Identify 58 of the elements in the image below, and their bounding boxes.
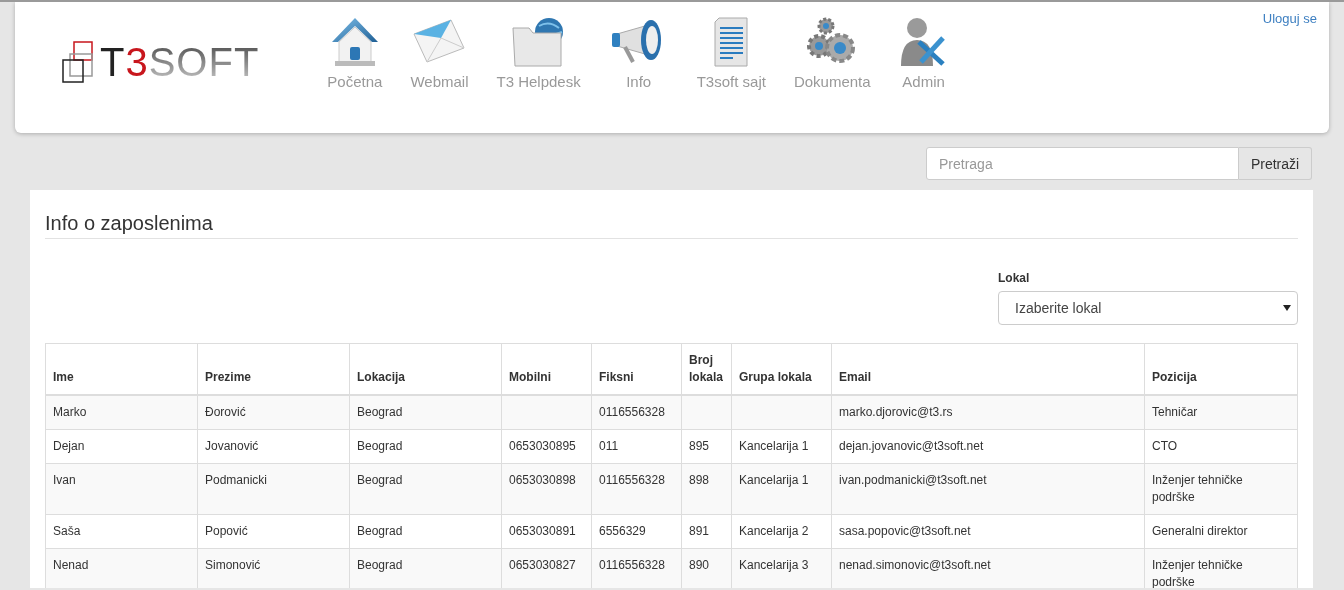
table-cell: Generalni direktor [1152,524,1248,538]
table-cell: 0653030898 [509,473,576,487]
table-cell: Inženjer tehničke podrške [1152,473,1243,504]
location-select[interactable]: Izaberite lokal [998,291,1298,325]
nav-link[interactable]: Dokumenta [779,2,885,90]
table-cell: Simonović [205,558,261,572]
table-cell: Inženjer tehničke podrške [1152,558,1243,588]
login-link[interactable]: Uloguj se [1262,11,1317,26]
table-cell: 895 [689,439,710,453]
table-cell: Nenad [53,558,89,572]
caret-icon [1283,305,1291,311]
table-cell: 0653030895 [509,439,576,453]
table-cell: nenad.simonovic@t3soft.net [839,558,991,572]
nav-link[interactable]: Admin [884,2,963,90]
table-cell: 890 [689,558,710,572]
table-cell: 6556329 [599,524,646,538]
table-cell: Beograd [357,405,403,419]
table-cell: sasa.popovic@t3soft.net [839,524,971,538]
table-cell: 891 [689,524,710,538]
filter-label: Lokal [998,271,1030,285]
table-cell: dejan.jovanovic@t3soft.net [839,439,984,453]
table-cell: 0116556328 [599,558,665,572]
table-cell: Beograd [357,473,403,487]
table-cell: Ivan [53,473,76,487]
table-cell: marko.djorovic@t3.rs [839,405,953,419]
table-cell: 0653030827 [509,558,576,572]
table-cell: Kancelarija 2 [739,524,809,538]
table-cell: Jovanović [205,439,259,453]
table-cell: Kancelarija 1 [739,473,809,487]
table-cell: 898 [689,473,710,487]
search-button[interactable]: Pretraži [1239,147,1312,180]
table-cell: Popović [205,524,248,538]
table-cell: Beograd [357,524,403,538]
table-cell: Tehničar [1152,405,1198,419]
table-cell: CTO [1152,439,1178,453]
table-cell: 0116556328 [599,405,665,419]
nav-link[interactable]: T3 Helpdesk [482,2,595,90]
nav-link[interactable]: T3soft sajt [682,2,780,90]
search-field[interactable]: Pretraga [926,147,1239,180]
table-cell: Dejan [53,439,85,453]
envelope-icon [411,16,468,66]
table-cell: Beograd [357,439,403,453]
table-cell: Kancelarija 3 [739,558,809,572]
nav-link[interactable]: Početna [313,2,397,90]
nav-link[interactable]: Webmail [396,2,483,90]
table-cell: Kancelarija 1 [739,439,809,453]
table-cell: 0116556328 [599,473,665,487]
nav-link[interactable]: Info [594,2,683,90]
table-cell: Marko [53,405,87,419]
panel-title: Info o zaposlenima [45,212,1298,239]
table-cell: 0653030891 [509,524,576,538]
table-cell: 011 [599,439,619,453]
table-cell: Podmanicki [205,473,268,487]
table-cell: Saša [53,524,81,538]
table-cell: Beograd [357,558,403,572]
table-cell: ivan.podmanicki@t3soft.net [839,473,987,487]
table-cell: Đorović [205,405,246,419]
house-icon [329,16,380,68]
